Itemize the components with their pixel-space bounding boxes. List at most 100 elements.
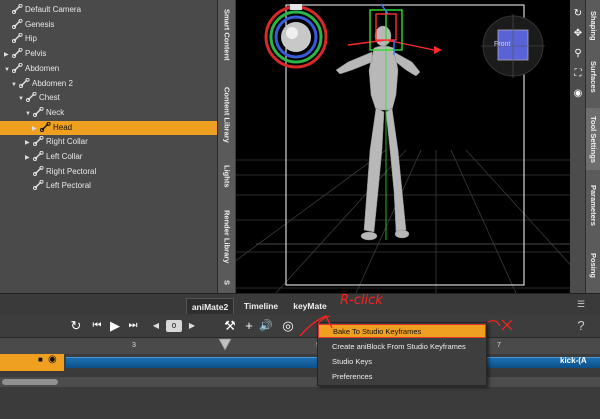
scene-tree-item[interactable]: ▼ Abdomen — [0, 62, 217, 76]
scene-tree-item-label: Abdomen — [25, 63, 60, 73]
tab-lights[interactable]: Lights — [218, 162, 236, 190]
tab-s[interactable]: S — [218, 276, 236, 290]
lock-icon[interactable]: ■ — [38, 355, 43, 364]
bake-tool-icon[interactable]: ⚒ — [222, 318, 238, 334]
scene-tree-item[interactable]: ▶ Pelvis — [0, 47, 217, 61]
pane-menu-icon[interactable]: ☰ — [574, 296, 588, 312]
tab-render-library[interactable]: Render Library — [218, 205, 236, 269]
expand-arrow-icon[interactable]: ▶ — [25, 151, 33, 165]
tab-smart-content[interactable]: Smart Content — [218, 6, 236, 64]
frame-prev-icon[interactable]: ◀ — [150, 318, 162, 334]
rotate-view-icon[interactable]: ↻ — [572, 8, 584, 20]
animation-track[interactable]: ■ ◉ kick-(A — [0, 354, 600, 371]
scene-tree-item-label: Right Collar — [46, 137, 88, 147]
aniblock-label: kick-(A — [560, 356, 587, 365]
scrollbar-thumb[interactable] — [2, 379, 58, 385]
tab-parameters[interactable]: Parameters — [586, 176, 600, 234]
scene-tree-panel: Default Camera Genesis Hip ▶ Pelvis ▼ Abdomen ▼… — [0, 0, 217, 293]
tab-tool-settings[interactable]: Tool Settings — [586, 108, 600, 170]
tab-surfaces[interactable]: Surfaces — [586, 55, 600, 99]
frame-next-icon[interactable]: ▶ — [186, 318, 198, 334]
figure[interactable] — [335, 25, 421, 241]
scene-tree-item[interactable]: ▶ Head — [0, 120, 217, 136]
bone-icon — [39, 121, 51, 132]
bone-icon — [11, 62, 23, 73]
reset-view-icon[interactable]: ◉ — [572, 88, 584, 100]
view-cube-label: Front — [494, 41, 511, 48]
expand-arrow-icon[interactable]: ▶ — [25, 136, 33, 150]
timeline-ruler[interactable]: 3 5 7 — [0, 337, 600, 354]
scene-tree-item[interactable]: Right Pectoral — [0, 165, 217, 179]
scene-tree-item[interactable]: Left Pectoral — [0, 179, 217, 193]
bone-icon — [11, 33, 23, 44]
bone-icon — [32, 165, 44, 176]
loop-icon[interactable]: ↻ — [68, 318, 84, 334]
add-key-icon[interactable]: + — [242, 318, 256, 334]
left-panel-tabs: Smart Content Content Library Lights Ren… — [217, 0, 235, 293]
tab-timeline[interactable]: Timeline — [240, 298, 282, 314]
menu-item-preferences[interactable]: Preferences — [318, 370, 486, 384]
expand-arrow-icon[interactable]: ▶ — [32, 122, 40, 136]
right-panel-tabs: Shaping Surfaces Tool Settings Parameter… — [585, 0, 600, 293]
collapse-arrow-icon[interactable]: ▼ — [11, 78, 19, 92]
scene-tree-item-label: Pelvis — [25, 49, 47, 59]
bone-icon — [25, 91, 37, 103]
zoom-view-icon[interactable]: ⚲ — [572, 48, 584, 60]
bone-icon — [32, 180, 44, 191]
scene-tree-item[interactable]: ▼ Abdomen 2 — [0, 77, 217, 91]
menu-item-studio-keys[interactable]: Studio Keys — [318, 355, 486, 369]
scene-tree-item-label: Chest — [39, 93, 60, 103]
scene-tree-item[interactable]: Hip — [0, 32, 217, 46]
visibility-icon[interactable]: ◉ — [48, 354, 57, 365]
play-icon[interactable]: ▶ — [108, 318, 122, 334]
scene-tree-item[interactable]: ▼ Neck — [0, 106, 217, 120]
skip-back-icon[interactable]: ⏮ — [90, 318, 104, 334]
3d-viewport[interactable]: Front — [236, 0, 570, 293]
playhead-icon[interactable] — [218, 338, 232, 355]
bone-icon — [32, 150, 44, 162]
tab-keymate[interactable]: keyMate — [289, 298, 331, 314]
scene-tree-item[interactable]: Default Camera — [0, 3, 217, 17]
scene-tree-item-label: Abdomen 2 — [32, 78, 73, 88]
scene-tree-item-label: Head — [53, 122, 73, 132]
bone-icon — [11, 3, 23, 15]
tab-posing[interactable]: Posing — [586, 244, 600, 288]
timeline-scrollbar[interactable] — [0, 377, 600, 387]
scene-tree-item-label: Left Collar — [46, 152, 83, 161]
menu-item-bake-to-studio-keyframes[interactable]: Bake To Studio Keyframes — [318, 324, 486, 338]
context-menu: Bake To Studio Keyframes Create aniBlock… — [317, 322, 487, 386]
tab-animate2[interactable]: aniMate2 — [186, 298, 234, 314]
scene-tree-item-label: Genesis — [25, 19, 55, 29]
tab-shaping[interactable]: Shaping — [586, 4, 600, 48]
scene-tree-item[interactable]: Genesis — [0, 18, 217, 32]
timeline-tab-bar: aniMate2 Timeline keyMate ☰ — [0, 293, 600, 315]
pan-view-icon[interactable]: ✥ — [572, 28, 584, 40]
frame-view-icon[interactable]: ⛶ — [572, 68, 584, 80]
add-audio-icon[interactable]: 🔊 — [258, 318, 274, 334]
scene-tree-item-label: Hip — [25, 34, 38, 44]
collapse-arrow-icon[interactable]: ▼ — [18, 92, 26, 106]
viewport-scene — [236, 3, 570, 293]
scene-tree-item[interactable]: ▼ Chest — [0, 91, 217, 105]
ruler-tick: 7 — [497, 342, 501, 349]
annotation-text: R-click — [340, 293, 383, 308]
record-icon[interactable]: ◎ — [280, 318, 296, 334]
track-header[interactable]: ■ ◉ — [0, 354, 64, 371]
scene-tree-item-label: Default Camera — [25, 5, 82, 14]
frame-field[interactable]: 0 — [166, 320, 182, 332]
bone-icon — [32, 135, 44, 147]
view-cube[interactable] — [481, 14, 545, 78]
menu-item-create-aniblock[interactable]: Create aniBlock From Studio Keyframes — [318, 340, 486, 354]
animate-toolbar: ↻ ⏮ ▶ ⏭ ◀ 0 ▶ ⚒ + 🔊 ◎ ? — [0, 315, 600, 337]
bone-icon — [11, 47, 23, 59]
tab-content-library[interactable]: Content Library — [218, 80, 236, 150]
bone-icon — [18, 77, 30, 88]
help-icon[interactable]: ? — [574, 318, 588, 334]
skip-forward-icon[interactable]: ⏭ — [126, 318, 140, 334]
collapse-arrow-icon[interactable]: ▼ — [4, 63, 12, 77]
scene-tree-item[interactable]: ▶ Left Collar — [0, 150, 217, 164]
collapse-arrow-icon[interactable]: ▼ — [25, 107, 33, 121]
scene-tree-item[interactable]: ▶ Right Collar — [0, 135, 217, 149]
expand-arrow-icon[interactable]: ▶ — [4, 48, 12, 62]
camera-orbit-control[interactable] — [264, 4, 328, 69]
